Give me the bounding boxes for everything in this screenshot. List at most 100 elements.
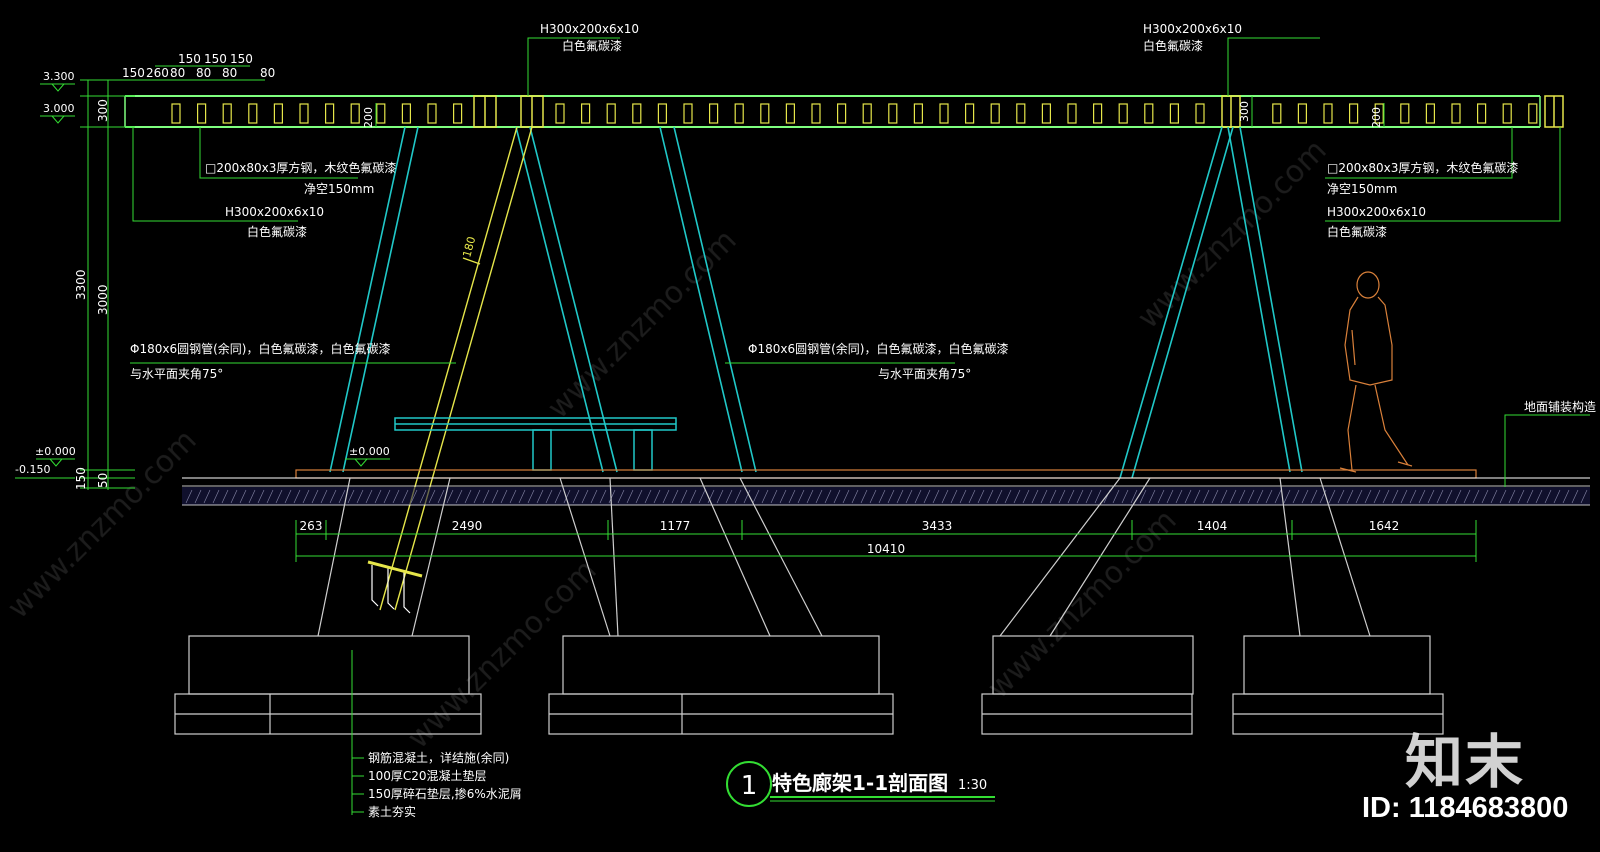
level-labels: 3.300 3.000 ±0.000 -0.150 ±0.000	[15, 70, 390, 476]
title-text: 特色廊架1-1剖面图	[772, 771, 948, 795]
slat-section	[376, 103, 386, 124]
top-beam	[124, 95, 1541, 128]
human-figure	[1339, 271, 1413, 473]
beam-height-dim-lines	[375, 96, 1385, 127]
bottom-dim: 263	[300, 519, 323, 533]
callout-pipe-left: Φ180x6圆钢管(余同)，白色氟碳漆，白色氟碳漆	[130, 341, 390, 356]
slat-section	[350, 103, 360, 124]
beam-dim-200-right: 200	[1370, 107, 1383, 128]
vertical-dimension-labels: 300 3000 3300 150 50	[74, 99, 110, 490]
slat-section	[1016, 103, 1026, 124]
slat-section	[555, 103, 565, 124]
slat-section	[273, 103, 283, 124]
callout-h-beam-top-left: H300x200x6x10	[540, 22, 639, 36]
spacing-dim: 80	[196, 66, 211, 80]
bottom-dim: 1404	[1197, 519, 1228, 533]
bottom-dim: 1642	[1369, 519, 1400, 533]
total-dim: 10410	[867, 542, 905, 556]
slat-section	[1297, 103, 1308, 124]
spacing-dim: 80	[222, 66, 237, 80]
drawing-stage: www.znzmo.com www.znzmo.com www.znzmo.co…	[0, 0, 1600, 848]
slat-section	[1067, 103, 1077, 124]
callout-white-paint-right: 白色氟碳漆	[1327, 224, 1387, 239]
slat-section	[785, 103, 796, 124]
watermark-logo: 知末	[1405, 728, 1526, 796]
leader-lines	[130, 37, 1590, 815]
foundation-note: 素土夯实	[368, 804, 416, 819]
foundation-footings	[174, 635, 1444, 735]
dim-3300: 3300	[74, 269, 88, 300]
anchor-bolts	[367, 560, 423, 614]
slat-section	[1092, 103, 1103, 124]
spacing-dim: 150	[230, 52, 253, 66]
callout-h-beam-left: H300x200x6x10	[225, 205, 324, 219]
diagonal-watermark: www.znzmo.com www.znzmo.com www.znzmo.co…	[1, 133, 1334, 756]
callout-h-beam-top-right: H300x200x6x10	[1143, 22, 1242, 36]
beam-dim-200-left: 200	[362, 107, 375, 128]
watermark-text: www.znzmo.com	[1, 423, 204, 626]
slat-section	[248, 103, 258, 124]
spacing-dim: 80	[260, 66, 275, 80]
title-scale: 1:30	[958, 778, 987, 793]
spacing-dim: 150	[204, 52, 227, 66]
slat-section	[939, 103, 949, 124]
slat-section	[401, 103, 411, 124]
level-below: -0.150	[15, 463, 50, 476]
slat-section	[1425, 103, 1436, 124]
watermark-text: www.znzmo.com	[401, 553, 604, 756]
spacing-dim: 150	[122, 66, 145, 80]
slat-section	[708, 103, 719, 124]
callout-h-beam-right: H300x200x6x10	[1327, 205, 1426, 219]
title-number: 1	[741, 771, 758, 801]
slat-section	[580, 103, 591, 124]
foundation-note-ticks	[352, 757, 364, 813]
slat-section	[913, 103, 924, 124]
watermark-id: ID: 1184683800	[1362, 792, 1569, 824]
level-beam-base: 3.000	[43, 102, 75, 115]
callout-square-tube-left: □200x80x3厚方钢，木纹色氟碳漆	[205, 160, 396, 175]
callout-clearance-left: 净空150mm	[304, 182, 374, 196]
slat-section	[862, 103, 872, 124]
slat-section	[964, 103, 975, 124]
dim-3000: 3000	[96, 284, 110, 315]
slat-section	[427, 103, 437, 124]
slat-section	[222, 103, 232, 124]
callout-clearance-right: 净空150mm	[1327, 182, 1397, 196]
foundation-note: 100厚C20混凝土垫层	[368, 768, 487, 783]
slat-section	[632, 103, 642, 124]
slat-section	[811, 103, 821, 124]
callout-pipe-right: Φ180x6圆钢管(余同)，白色氟碳漆，白色氟碳漆	[748, 341, 1008, 356]
watermark-text: www.znzmo.com	[1131, 133, 1334, 336]
level-top: 3.300	[43, 70, 75, 83]
slat-section	[1195, 103, 1205, 124]
drawing-title: 1 特色廊架1-1剖面图 1:30	[726, 761, 995, 807]
slat-section	[1323, 103, 1333, 124]
slat-section	[171, 103, 181, 124]
bottom-dim: 2490	[452, 519, 483, 533]
spacing-dim: 260	[146, 66, 169, 80]
callout-white-paint-top-left: 白色氟碳漆	[562, 38, 622, 53]
slat-section	[197, 103, 207, 124]
level-markers	[15, 83, 390, 479]
slat-section	[606, 103, 616, 124]
level-ground-mid: ±0.000	[349, 445, 390, 458]
spacing-dim: 80	[170, 66, 185, 80]
watermark-text: www.znzmo.com	[981, 503, 1184, 706]
slat-section	[836, 103, 847, 124]
slat-section	[657, 103, 668, 124]
dim-150: 150	[74, 467, 88, 490]
slat-section	[990, 103, 1000, 124]
slat-section	[1144, 103, 1154, 124]
bottom-dim: 1177	[660, 519, 691, 533]
slat-section	[1118, 103, 1128, 124]
bottom-dim: 3433	[922, 519, 953, 533]
top-spacing-labels: 150 260 80 80 80 80 150 150 150	[122, 52, 275, 80]
slat-section	[1502, 103, 1512, 124]
foundation-note: 150厚碎石垫层,掺6%水泥屑	[368, 786, 522, 801]
square-tube-slats	[171, 103, 1538, 124]
callout-texts: H300x200x6x10 白色氟碳漆 H300x200x6x10 白色氟碳漆 …	[130, 22, 1596, 414]
spacing-dim: 150	[178, 52, 201, 66]
slat-section	[1400, 103, 1410, 124]
slat-section	[1348, 103, 1359, 124]
level-ground: ±0.000	[35, 445, 76, 458]
